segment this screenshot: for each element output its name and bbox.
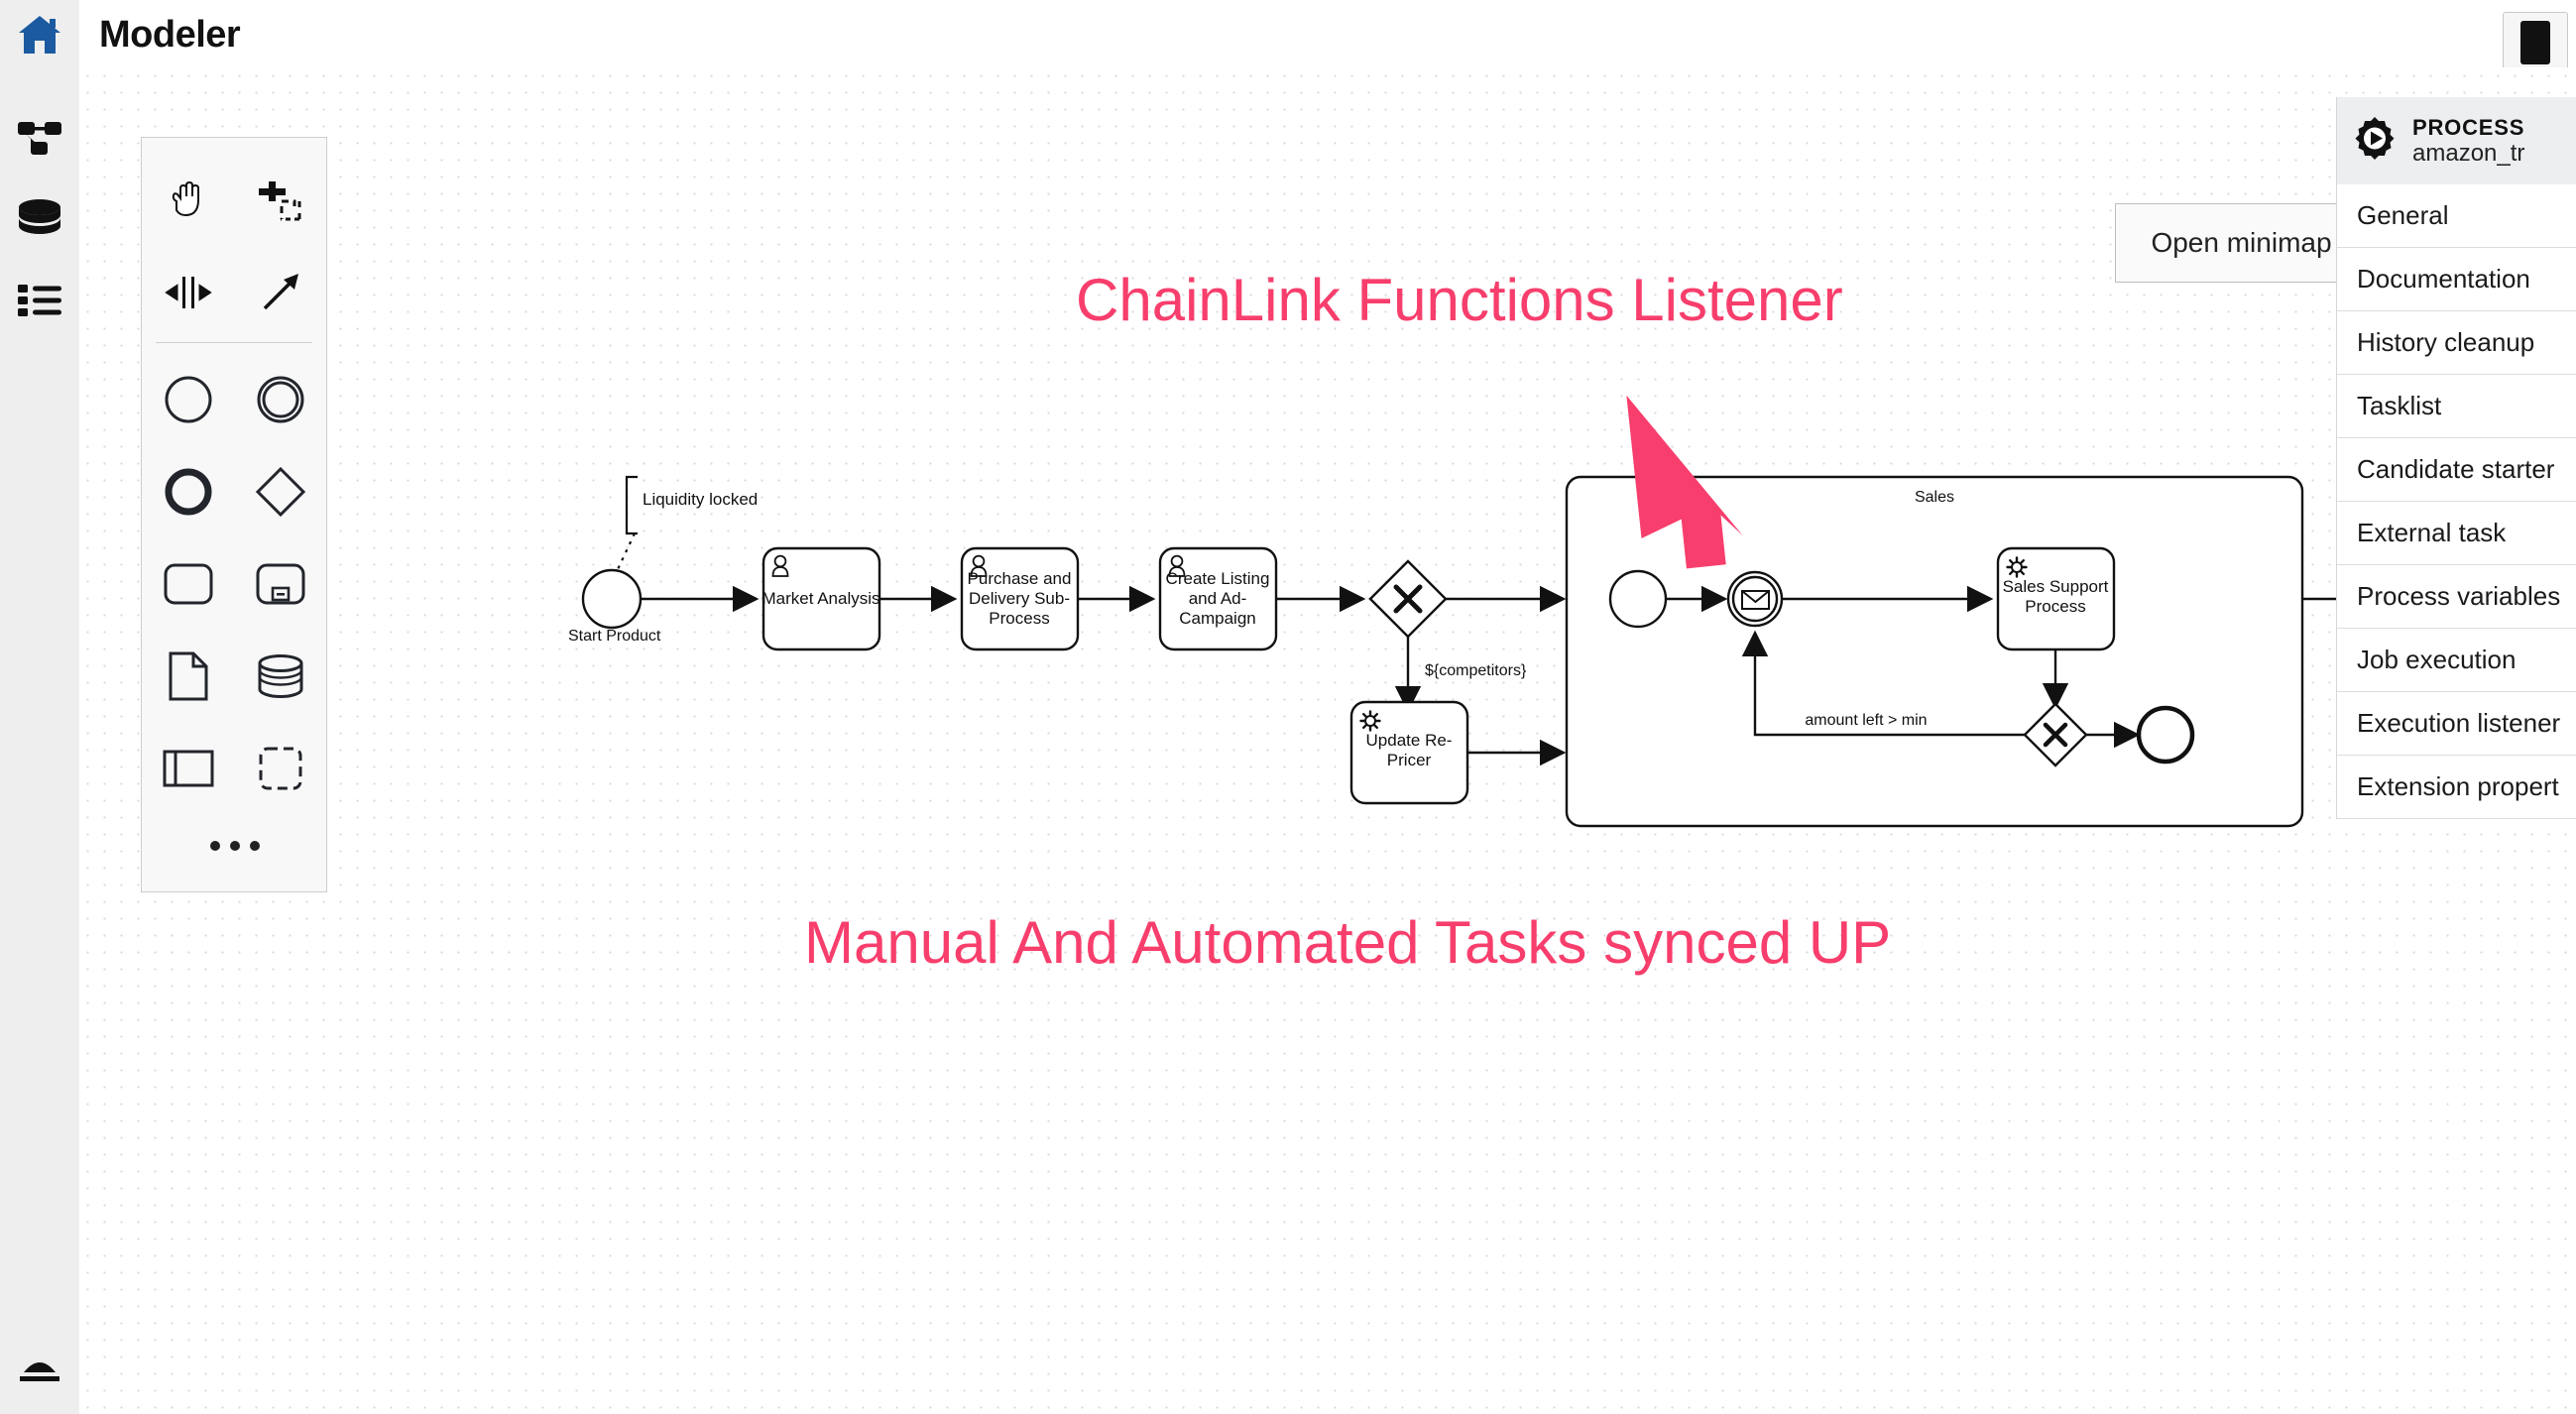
- palette-divider: [156, 342, 312, 343]
- space-tool-icon[interactable]: [142, 246, 234, 338]
- start-event-icon[interactable]: [142, 353, 234, 445]
- prop-group-job-execution[interactable]: Job execution: [2337, 629, 2576, 692]
- flow-label-amount-left: amount left > min: [1805, 712, 1927, 729]
- annotation-top: ChainLink Functions Listener: [1076, 267, 1843, 333]
- subprocess-sales[interactable]: [1565, 475, 2304, 828]
- dot: [250, 841, 260, 851]
- task-support-line1: Sales Support: [2003, 577, 2109, 596]
- task-market-analysis-label: Market Analysis: [761, 589, 879, 608]
- properties-process-name: amazon_tr: [2412, 139, 2525, 167]
- open-minimap-button[interactable]: Open minimap: [2115, 203, 2368, 283]
- rail-bottom-icon[interactable]: [0, 1325, 79, 1414]
- global-connect-tool-icon[interactable]: [234, 246, 326, 338]
- task-repricer-line1: Update Re-: [1366, 731, 1453, 750]
- properties-panel-title-group: PROCESS amazon_tr: [2412, 115, 2524, 168]
- start-event[interactable]: [581, 568, 643, 630]
- bpmn-canvas[interactable]: Liquidity locked Start Product Market An…: [79, 67, 2576, 1414]
- lasso-tool-icon[interactable]: [234, 154, 326, 246]
- properties-panel-header: PROCESS amazon_tr: [2337, 97, 2576, 184]
- task-icon[interactable]: [142, 537, 234, 630]
- prop-group-general[interactable]: General: [2337, 184, 2576, 248]
- hand-tool-icon[interactable]: [142, 154, 234, 246]
- prop-group-history-cleanup[interactable]: History cleanup: [2337, 311, 2576, 375]
- prop-group-execution-listener[interactable]: Execution listener: [2337, 692, 2576, 756]
- bpmn-palette: [141, 137, 327, 892]
- palette-more-button[interactable]: [142, 814, 328, 878]
- exclusive-gateway-icon[interactable]: [234, 445, 326, 537]
- exclusive-gateway-1[interactable]: [1368, 559, 1448, 639]
- process-diagram-icon[interactable]: [0, 97, 79, 178]
- group-icon[interactable]: [234, 722, 326, 814]
- properties-kicker: PROCESS: [2412, 114, 2525, 140]
- prop-group-extension-properties[interactable]: Extension propert: [2337, 756, 2576, 819]
- prop-group-process-variables[interactable]: Process variables: [2337, 565, 2576, 629]
- envelope-icon: [1741, 590, 1770, 610]
- prop-group-tasklist[interactable]: Tasklist: [2337, 375, 2576, 438]
- left-icon-rail: [0, 0, 79, 1414]
- message-intermediate-event[interactable]: [1726, 570, 1784, 628]
- prop-group-documentation[interactable]: Documentation: [2337, 248, 2576, 311]
- prop-group-candidate-starter[interactable]: Candidate starter: [2337, 438, 2576, 502]
- bpmn-io-logo[interactable]: BPMN.iO: [2279, 1410, 2399, 1414]
- subprocess-icon[interactable]: [234, 537, 326, 630]
- flow-label-competitors: ${competitors}: [1425, 662, 1527, 679]
- end-event-icon[interactable]: [142, 445, 234, 537]
- menu-glyph-icon: [2520, 21, 2550, 64]
- task-listing-line2: and Ad-: [1189, 589, 1247, 608]
- text-annotation-label: Liquidity locked: [643, 490, 758, 509]
- start-event-label: Start Product: [568, 628, 661, 645]
- task-listing-line3: Campaign: [1179, 609, 1256, 628]
- home-icon[interactable]: [0, 0, 79, 69]
- process-gear-icon: [2351, 115, 2399, 168]
- subprocess-sales-label: Sales: [1915, 489, 1954, 506]
- task-listing-line1: Create Listing: [1166, 569, 1270, 588]
- task-purchase-line1: Purchase and: [968, 569, 1072, 588]
- annotation-bottom: Manual And Automated Tasks synced UP: [804, 909, 1892, 976]
- data-object-icon[interactable]: [142, 630, 234, 722]
- open-minimap-label: Open minimap: [2151, 227, 2332, 258]
- data-store-icon[interactable]: [234, 630, 326, 722]
- task-repricer-line2: Pricer: [1387, 751, 1432, 769]
- task-support-line2: Process: [2025, 597, 2085, 616]
- dot: [210, 841, 220, 851]
- list-icon[interactable]: [0, 260, 79, 341]
- intermediate-event-icon[interactable]: [234, 353, 326, 445]
- participant-icon[interactable]: [142, 722, 234, 814]
- task-purchase-line3: Process: [989, 609, 1049, 628]
- task-purchase-line2: Delivery Sub-: [969, 589, 1070, 608]
- app-root: Modeler Liquidity locked Start Product M…: [0, 0, 2576, 1414]
- prop-group-external-task[interactable]: External task: [2337, 502, 2576, 565]
- properties-panel: PROCESS amazon_tr General Documentation …: [2336, 97, 2576, 819]
- menu-button[interactable]: [2503, 12, 2568, 73]
- text-annotation-bracket: [625, 475, 638, 535]
- page-title: Modeler: [99, 14, 241, 56]
- database-icon[interactable]: [0, 178, 79, 260]
- sales-end-event[interactable]: [2136, 705, 2195, 765]
- dot: [230, 841, 240, 851]
- sales-start-event[interactable]: [1608, 569, 1668, 629]
